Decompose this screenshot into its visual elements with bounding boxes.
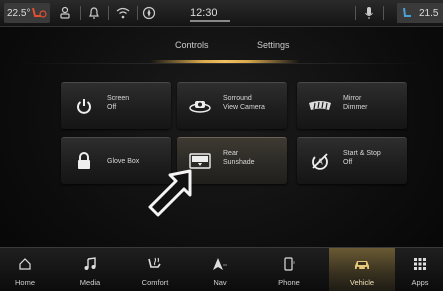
status-bar: 22.5° 12:30 21.5	[0, 0, 443, 27]
mirror-dimmer-button[interactable]: Mirror Dimmer	[297, 82, 407, 129]
surround-view-camera-button[interactable]: Sorround View Camera	[177, 82, 287, 129]
heated-seat-icon	[146, 256, 164, 272]
start-stop-icon: A	[307, 149, 333, 173]
nav-phone[interactable]: Phone	[259, 248, 319, 291]
nav-vehicle[interactable]: Vehicle	[329, 248, 395, 291]
nav-home-label: Home	[14, 278, 35, 287]
bell-icon	[89, 7, 99, 19]
power-icon	[71, 94, 97, 118]
tab-divider	[20, 63, 423, 64]
start-stop-label: Start & Stop Off	[343, 150, 381, 166]
navigation-arrow-icon	[212, 256, 228, 272]
lock-icon	[71, 149, 97, 173]
nav-home[interactable]: Home	[0, 248, 55, 291]
driver-temp: 22.5°	[7, 7, 31, 19]
wifi-icon	[116, 7, 130, 19]
nav-comfort-label: Comfort	[141, 278, 169, 287]
tab-bar: Controls Settings	[0, 26, 443, 64]
pointer-arrow-icon	[148, 169, 192, 217]
notifications-button[interactable]	[88, 0, 100, 26]
surround-view-camera-label: Sorround View Camera	[223, 95, 265, 111]
home-icon	[18, 256, 32, 272]
bottom-navigation: Home Media Comfort Nav Phone Vehicle App…	[0, 247, 443, 291]
nav-apps-label: Apps	[411, 278, 429, 287]
nav-apps[interactable]: Apps	[395, 248, 443, 291]
microphone-icon	[365, 7, 373, 19]
surround-camera-icon	[187, 94, 213, 118]
uconnect-screen: 22.5° 12:30 21.5 Controls Settings Scree…	[0, 0, 443, 291]
compass-status[interactable]	[142, 0, 156, 26]
apps-grid-icon	[414, 256, 426, 272]
nav-comfort[interactable]: Comfort	[125, 248, 185, 291]
mirror-dimmer-icon	[307, 94, 333, 118]
start-stop-button[interactable]: A Start & StopOff	[297, 137, 407, 184]
screen-off-label: Screen Off	[107, 95, 130, 111]
mirror-dimmer-label: Mirror Dimmer	[343, 95, 368, 111]
passenger-climate-button[interactable]: 21.5	[397, 3, 443, 23]
person-icon	[60, 6, 70, 19]
rear-sunshade-label: Rear Sunshade	[223, 150, 255, 166]
nav-nav-label: Nav	[213, 278, 227, 287]
compass-icon	[142, 6, 156, 20]
nav-vehicle-label: Vehicle	[349, 278, 375, 287]
car-icon	[353, 256, 371, 272]
nav-media[interactable]: Media	[60, 248, 120, 291]
passenger-temp: 21.5	[419, 7, 439, 19]
driver-profile-button[interactable]	[58, 0, 72, 26]
nav-phone-label: Phone	[278, 278, 300, 287]
tab-settings[interactable]: Settings	[257, 40, 290, 50]
driver-climate-button[interactable]: 22.5°	[4, 3, 50, 23]
heated-seat-icon	[32, 7, 48, 18]
clock[interactable]: 12:30	[190, 0, 218, 26]
passenger-seat-icon	[403, 7, 411, 17]
music-note-icon	[83, 256, 97, 272]
voice-button[interactable]	[364, 0, 374, 26]
nav-media-label: Media	[79, 278, 101, 287]
clock-underline	[190, 20, 230, 22]
nav-nav[interactable]: Nav	[190, 248, 250, 291]
wifi-status[interactable]	[116, 0, 130, 26]
glove-box-label: Glove Box	[107, 158, 140, 165]
screen-off-button[interactable]: Screen Off	[61, 82, 171, 129]
tab-controls[interactable]: Controls	[175, 40, 209, 50]
phone-icon	[282, 256, 296, 272]
